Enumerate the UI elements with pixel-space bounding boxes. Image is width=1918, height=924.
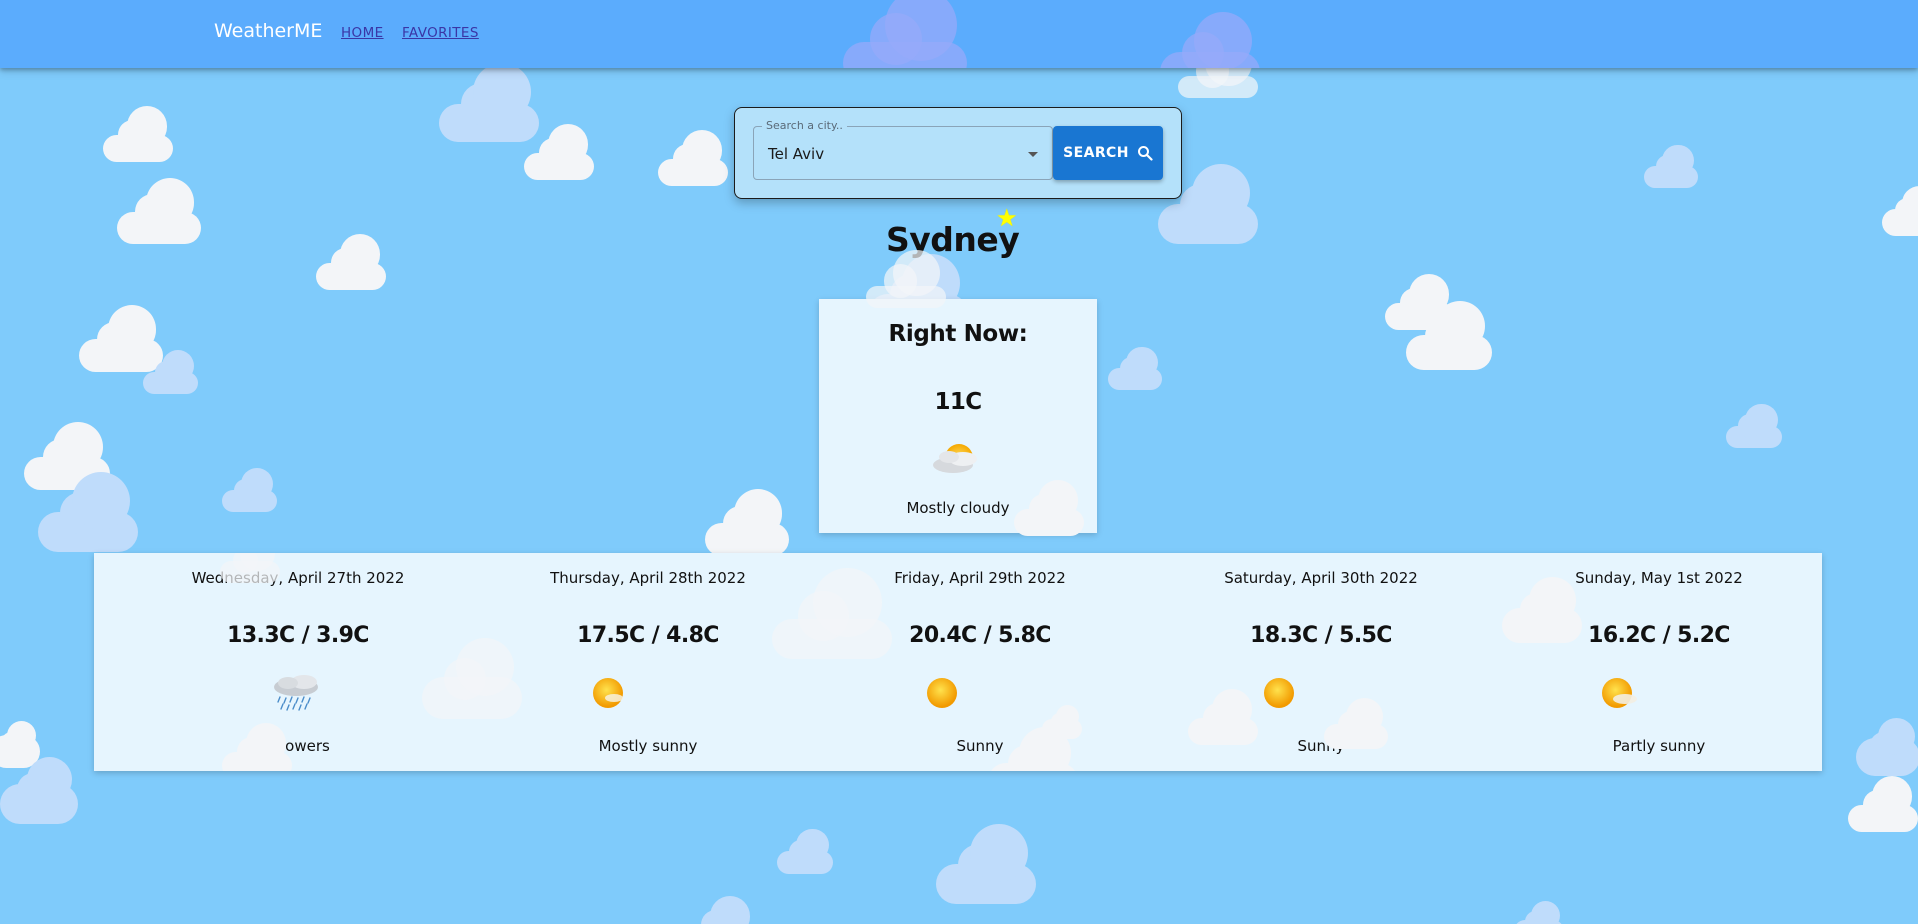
forecast-temperature: 16.2C / 5.2C [1588, 623, 1730, 648]
cloud-decoration [24, 422, 110, 490]
cloud-decoration [38, 472, 138, 552]
app-header: WeatherME HOME FAVORITES [0, 0, 1918, 68]
forecast-temperature: 17.5C / 4.8C [577, 623, 719, 648]
forecast-day: Saturday, April 30th 2022 18.3C / 5.5C S… [1171, 553, 1471, 771]
showers-icon [266, 671, 330, 715]
cloud-decoration [316, 234, 386, 290]
forecast-day: Wednesday, April 27th 2022 13.3C / 3.9C … [148, 553, 448, 771]
cloud-decoration [705, 489, 789, 556]
search-button[interactable]: SEARCH [1053, 126, 1163, 180]
cloud-decoration [658, 130, 728, 186]
forecast-date: Wednesday, April 27th 2022 [191, 569, 405, 587]
cloud-decoration [1726, 403, 1782, 448]
cloud-decoration [79, 305, 163, 372]
forecast-condition: Mostly sunny [598, 737, 698, 755]
cloud-decoration [1856, 706, 1918, 776]
current-condition: Mostly cloudy [906, 499, 1010, 517]
current-temperature: 11C [934, 389, 982, 415]
cloud-decoration [0, 708, 40, 768]
forecast-condition: Sunny [956, 737, 1004, 755]
cloud-decoration [143, 350, 198, 394]
forecast-date: Saturday, April 30th 2022 [1224, 569, 1418, 587]
city-select[interactable]: Search a city.. Tel Aviv [753, 119, 1053, 180]
cloud-decoration [777, 828, 833, 874]
forecast-condition: Sunny [1297, 737, 1345, 755]
cloud-decoration [1514, 901, 1564, 924]
city-select-value[interactable]: Tel Aviv [768, 145, 824, 163]
forecast-temperature: 18.3C / 5.5C [1250, 623, 1392, 648]
cloud-decoration [1108, 346, 1162, 390]
forecast-date: Friday, April 29th 2022 [894, 569, 1066, 587]
cloud-decoration [686, 896, 756, 924]
mostly-sunny-icon [576, 671, 640, 715]
forecast-strip: Wednesday, April 27th 2022 13.3C / 3.9C … [94, 553, 1822, 771]
cloud-decoration [0, 752, 78, 824]
brand-logo[interactable]: WeatherME [214, 20, 322, 42]
current-heading: Right Now: [888, 321, 1028, 347]
nav-home-link[interactable]: HOME [341, 25, 384, 41]
partly-sunny-icon [1587, 671, 1651, 715]
cloud-decoration [439, 63, 539, 142]
cloud-decoration [1644, 144, 1698, 188]
forecast-temperature: 20.4C / 5.8C [909, 623, 1051, 648]
cloud-decoration [1848, 776, 1918, 832]
forecast-day: Friday, April 29th 2022 20.4C / 5.8C Sun… [830, 553, 1130, 771]
cloud-decoration [843, 0, 967, 68]
nav-favorites-link[interactable]: FAVORITES [402, 25, 479, 41]
forecast-condition: Showers [266, 737, 330, 755]
forecast-date: Sunday, May 1st 2022 [1575, 569, 1743, 587]
current-weather-card: Right Now: 11C Mostly cloudy [819, 299, 1097, 533]
forecast-date: Thursday, April 28th 2022 [550, 569, 746, 587]
forecast-day: Sunday, May 1st 2022 16.2C / 5.2C Partly… [1509, 553, 1809, 771]
dropdown-arrow-icon[interactable] [1028, 152, 1038, 157]
search-button-label: SEARCH [1063, 145, 1129, 161]
cloud-decoration [117, 177, 201, 244]
cloud-decoration [524, 124, 594, 180]
forecast-temperature: 13.3C / 3.9C [227, 623, 369, 648]
sunny-icon [910, 671, 974, 715]
mostly-cloudy-icon [927, 439, 989, 481]
search-panel: Search a city.. Tel Aviv SEARCH [734, 107, 1182, 199]
city-select-label: Search a city.. [762, 119, 847, 132]
forecast-day: Thursday, April 28th 2022 17.5C / 4.8C M… [498, 553, 798, 771]
cloud-decoration [1385, 274, 1455, 330]
star-icon[interactable]: ★ [996, 206, 1018, 230]
cloud-decoration [936, 824, 1036, 904]
cloud-decoration [1882, 186, 1918, 236]
search-icon [1137, 145, 1153, 161]
sunny-icon [1247, 671, 1311, 715]
cloud-decoration [103, 106, 173, 162]
cloud-decoration [1160, 12, 1260, 68]
cloud-decoration [1406, 300, 1492, 370]
cloud-decoration [222, 468, 277, 512]
forecast-condition: Partly sunny [1612, 737, 1706, 755]
